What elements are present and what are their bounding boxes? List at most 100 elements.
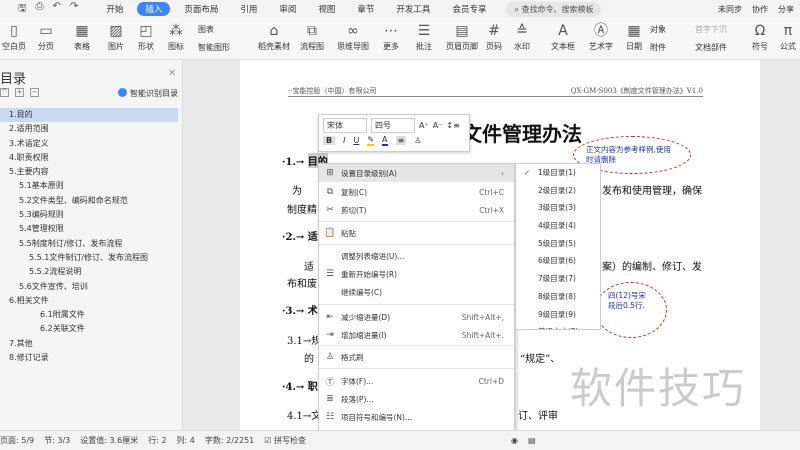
page-break-button[interactable]: ▭ 分页: [38, 21, 54, 52]
toc-item[interactable]: 6.2关联文件: [0, 322, 178, 336]
redo-icon[interactable]: ↷: [70, 1, 78, 18]
toc-item[interactable]: 5.2文件类型、编码和命名规范: [0, 194, 178, 208]
menu-item[interactable]: 调整列表缩进(U)...: [319, 247, 514, 265]
italic-icon[interactable]: I: [343, 136, 345, 145]
align-icon[interactable]: ≡: [395, 136, 407, 145]
tab-layout[interactable]: 页面布局: [176, 2, 226, 16]
submenu-item[interactable]: 3级目录(3): [516, 199, 600, 217]
menu-item[interactable]: ☰ 重新开始编号(R): [319, 265, 514, 283]
textbox-button[interactable]: A 文本框: [551, 21, 575, 52]
symbol-button[interactable]: Ω 符号: [752, 21, 768, 52]
collapse-icon[interactable]: ^: [0, 88, 9, 97]
menu-item[interactable]: ⧉ 复制(C) Ctrl+C: [319, 183, 514, 201]
icon-button[interactable]: ⁂ 图标: [168, 21, 184, 52]
toc-item[interactable]: 6.相关文件: [0, 294, 178, 308]
table-button[interactable]: ▦ 表格: [74, 21, 90, 52]
tab-home[interactable]: 开始: [98, 2, 131, 16]
close-icon[interactable]: ✕: [168, 68, 176, 79]
menu-item[interactable]: Ⓣ 字体(F)... Ctrl+D: [319, 372, 514, 390]
toc-item[interactable]: 7.其他: [0, 337, 178, 351]
menu-item[interactable]: ≣ 段落(P)...: [319, 390, 514, 408]
menu-item[interactable]: 继续编号(C): [319, 283, 514, 301]
submenu-item[interactable]: ✓ 1级目录(1): [516, 164, 600, 182]
undo-icon[interactable]: ↶: [53, 1, 61, 18]
toc-item[interactable]: 8.修订记录: [0, 351, 178, 365]
toc-item[interactable]: 4.职责权限: [0, 151, 178, 165]
submenu-item[interactable]: 2级目录(2): [516, 182, 600, 200]
submenu-item[interactable]: 4级目录(4): [516, 217, 600, 235]
attachment-button[interactable]: 附件: [650, 42, 666, 53]
tab-view[interactable]: 视图: [310, 2, 343, 16]
tab-section[interactable]: 章节: [349, 2, 382, 16]
font-color-icon[interactable]: A: [382, 135, 388, 146]
mindmap-button[interactable]: ∞ 思维导图: [337, 21, 369, 52]
print-icon[interactable]: ⎙: [36, 1, 44, 18]
header-footer-button[interactable]: ▤ 页眉页脚: [446, 21, 478, 52]
expand-icon[interactable]: +: [15, 88, 24, 97]
bold-icon[interactable]: B: [323, 136, 336, 145]
tab-review[interactable]: 审阅: [271, 2, 304, 16]
toc-item[interactable]: 5.主要内容: [0, 165, 178, 179]
size-select[interactable]: 四号: [371, 118, 415, 133]
tab-member[interactable]: 会员专享: [444, 2, 494, 16]
menu-item[interactable]: ✂ 剪切(T) Ctrl+X: [319, 201, 514, 219]
toc-item[interactable]: 5.3编码规则: [0, 208, 178, 222]
grow-font-icon[interactable]: A⁺: [419, 121, 429, 130]
shape-button[interactable]: ◰ 形状: [138, 21, 154, 52]
menu-item[interactable]: ⇥ 增加缩进量(I) Shift+Alt+.: [319, 326, 514, 344]
flowchart-button[interactable]: ⧉ 流程图: [300, 21, 324, 52]
smart-toc-button[interactable]: 智能识别目录: [118, 88, 178, 99]
share-button[interactable]: 分享: [778, 4, 794, 15]
watermark-button[interactable]: ≙ 水印: [514, 21, 530, 52]
collaborate-button[interactable]: 协作: [752, 4, 768, 15]
submenu-item[interactable]: 6级目录(6): [516, 252, 600, 270]
word-count[interactable]: 字数: 2/2251: [205, 435, 254, 446]
more-button[interactable]: ⋯ 更多: [383, 21, 399, 52]
formula-button[interactable]: π 公式: [780, 21, 796, 52]
toc-item[interactable]: 5.5.2流程说明: [0, 265, 178, 279]
highlight-icon[interactable]: ✎: [367, 135, 375, 146]
wordart-button[interactable]: Ⓐ 艺术字: [589, 21, 613, 52]
toc-item[interactable]: 1.目的: [0, 108, 178, 123]
submenu-item[interactable]: 8级目录(8): [516, 288, 600, 306]
date-button[interactable]: ▦ 日期: [626, 21, 642, 52]
spell-check[interactable]: ☑ 拼写检查: [264, 435, 306, 446]
font-select[interactable]: 宋体: [323, 118, 367, 133]
docer-material-button[interactable]: ⌂ 稻壳素材: [258, 21, 290, 52]
submenu-item[interactable]: 5级目录(5): [516, 235, 600, 253]
menu-item[interactable]: ⊞ 设置目录级别(A) ›: [319, 164, 514, 182]
menu-item[interactable]: ☷ 项目符号和编号(N)...: [319, 408, 514, 426]
view-icon[interactable]: ▤: [528, 436, 536, 445]
underline-icon[interactable]: U: [353, 136, 359, 145]
format-painter-icon[interactable]: ♙: [414, 136, 421, 145]
comment-button[interactable]: ☰ 批注: [416, 21, 432, 52]
picture-button[interactable]: ▨ 图片: [108, 21, 124, 52]
toc-item[interactable]: 5.5制度制订/修订、发布流程: [0, 237, 178, 251]
drop-cap-button[interactable]: 首字下沉: [695, 24, 727, 35]
tab-references[interactable]: 引用: [232, 2, 265, 16]
chart-button[interactable]: 图表: [198, 24, 214, 35]
menu-item[interactable]: ♙ 格式刷: [319, 348, 514, 366]
blank-page-button[interactable]: ▯ 空白页: [2, 21, 26, 52]
toc-item[interactable]: 5.1基本原则: [0, 179, 178, 193]
sync-status[interactable]: 未同步: [718, 4, 742, 15]
toc-item[interactable]: 5.5.1文件制订/修订、发布流程图: [0, 251, 178, 265]
object-button[interactable]: 对象: [650, 24, 666, 35]
menu-item[interactable]: ⇤ 减少缩进量(D) Shift+Alt+,: [319, 308, 514, 326]
save-icon[interactable]: 🖫: [18, 1, 27, 18]
doc-parts-button[interactable]: 文档部件: [695, 42, 727, 53]
toc-item[interactable]: 2.适用范围: [0, 122, 178, 136]
toc-item[interactable]: 5.4管理权限: [0, 222, 178, 236]
page-number-button[interactable]: # 页码: [486, 21, 502, 52]
toc-item[interactable]: 5.6文件宣传、培训: [0, 280, 178, 294]
submenu-item[interactable]: 7级目录(7): [516, 270, 600, 288]
shrink-font-icon[interactable]: A⁻: [433, 121, 443, 130]
eye-icon[interactable]: ◉: [511, 436, 518, 445]
tab-developer[interactable]: 开发工具: [388, 2, 438, 16]
menu-item[interactable]: 📋 粘贴: [319, 224, 514, 242]
submenu-item[interactable]: 9级目录(9): [516, 306, 600, 324]
command-search[interactable]: ⌕ 查找命令、搜索模板: [506, 1, 602, 17]
toc-item[interactable]: 6.1附属文件: [0, 308, 178, 322]
line-spacing-icon[interactable]: ↕≡: [446, 121, 459, 130]
toc-item[interactable]: 3.术语定义: [0, 137, 178, 151]
